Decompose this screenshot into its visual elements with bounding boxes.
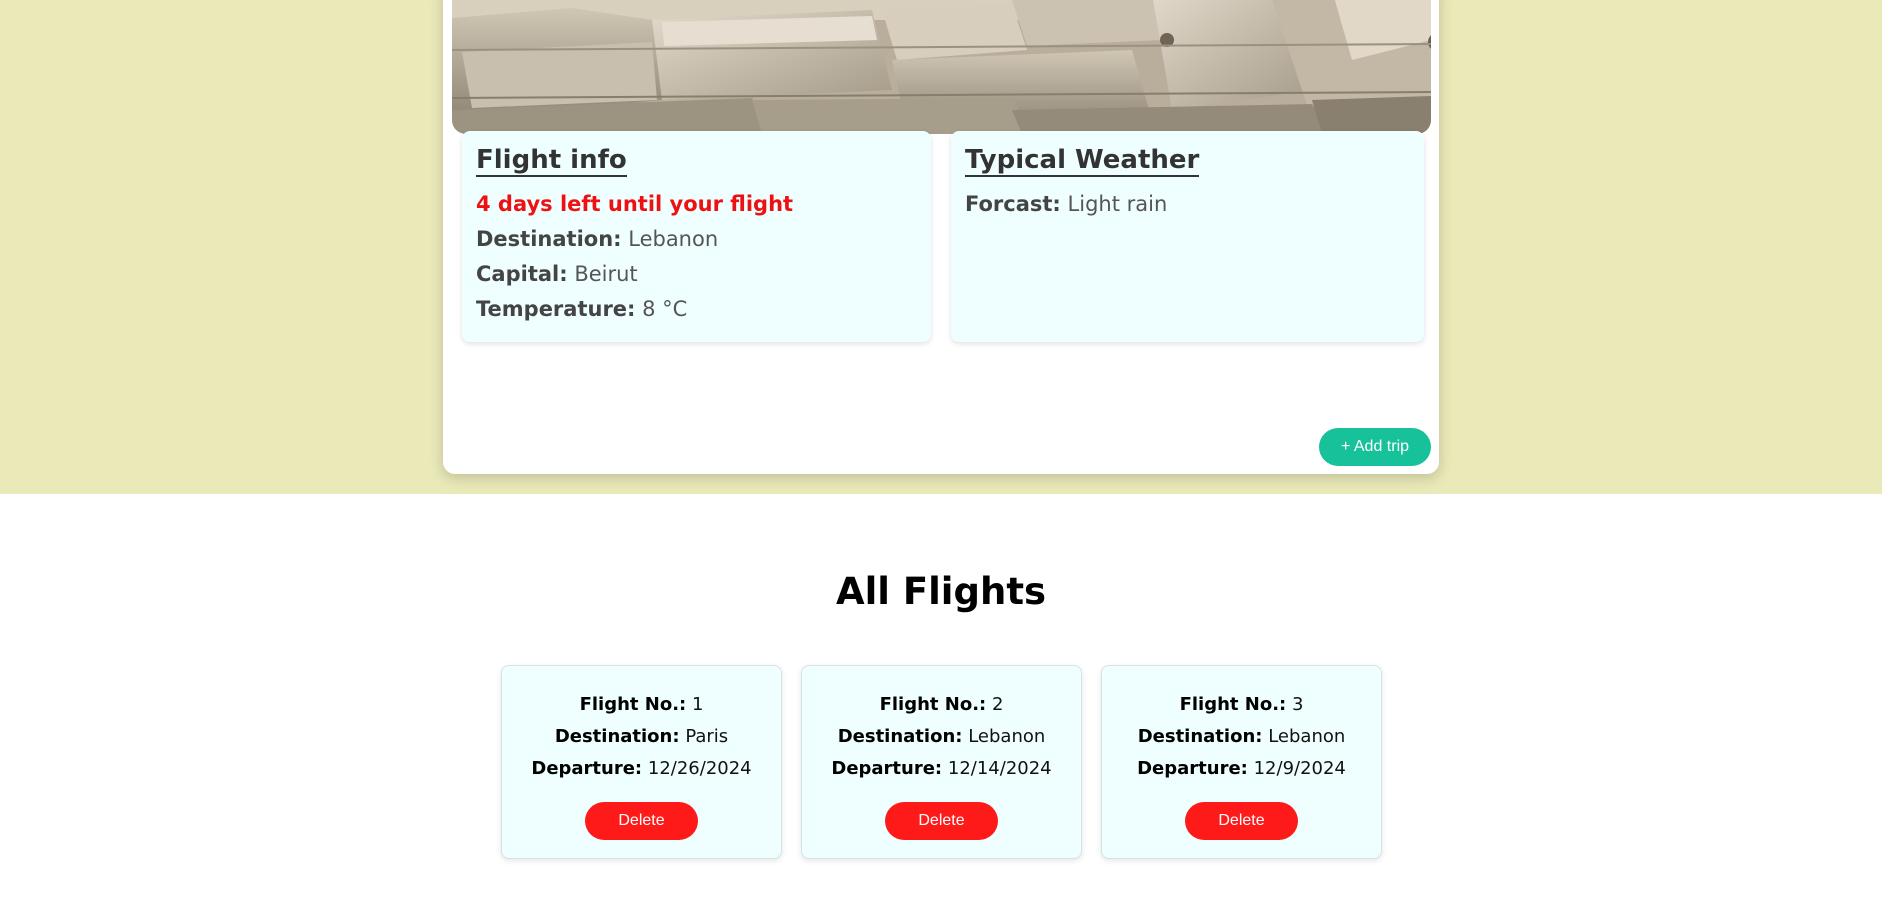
trip-card: Flight info 4 days left until your fligh…	[443, 0, 1439, 474]
flight-destination-line: Destination: Lebanon	[802, 721, 1081, 753]
temperature-label: Temperature:	[476, 297, 636, 321]
forecast-value: Light rain	[1067, 192, 1168, 216]
flight-destination-value: Lebanon	[1268, 726, 1346, 747]
flight-number-value: 2	[991, 694, 1004, 715]
temperature-value: 8 °C	[642, 297, 688, 321]
flight-card: Flight No.: 2 Destination: Lebanon Depar…	[801, 665, 1082, 859]
all-flights-title: All Flights	[835, 570, 1047, 613]
add-trip-button[interactable]: + Add trip	[1319, 428, 1431, 466]
flight-destination-value: Lebanon	[968, 726, 1046, 747]
flight-info-title: Flight info	[476, 145, 627, 177]
flight-departure-line: Departure: 12/14/2024	[802, 753, 1081, 785]
capital-value: Beirut	[574, 262, 638, 286]
flight-destination-label: Destination:	[1137, 726, 1263, 747]
delete-flight-button[interactable]: Delete	[885, 802, 998, 840]
forecast-line: Forcast: Light rain	[965, 189, 1410, 219]
flight-departure-label: Departure:	[831, 758, 943, 779]
flight-number-line: Flight No.: 3	[1102, 689, 1381, 721]
capital-label: Capital:	[476, 262, 568, 286]
destination-photo	[452, 0, 1431, 134]
flight-number-line: Flight No.: 1	[502, 689, 781, 721]
delete-flight-button[interactable]: Delete	[1185, 802, 1298, 840]
flight-departure-line: Departure: 12/26/2024	[502, 753, 781, 785]
flight-number-value: 1	[691, 694, 704, 715]
flight-departure-label: Departure:	[1137, 758, 1248, 779]
flight-destination-line: Destination: Paris	[502, 721, 781, 753]
flight-number-label: Flight No.:	[579, 694, 687, 715]
flight-card: Flight No.: 1 Destination: Paris Departu…	[501, 665, 782, 859]
weather-title: Typical Weather	[965, 145, 1200, 177]
flight-number-line: Flight No.: 2	[802, 689, 1081, 721]
flight-number-label: Flight No.:	[1179, 694, 1287, 715]
temperature-line: Temperature: 8 °C	[476, 294, 917, 324]
flight-number-label: Flight No.:	[879, 694, 987, 715]
destination-line: Destination: Lebanon	[476, 224, 917, 254]
flight-destination-label: Destination:	[837, 726, 963, 747]
flight-card: Flight No.: 3 Destination: Lebanon Depar…	[1101, 665, 1382, 859]
flight-number-value: 3	[1291, 694, 1304, 715]
delete-flight-button[interactable]: Delete	[585, 802, 698, 840]
flight-departure-value: 12/9/2024	[1253, 758, 1346, 779]
flight-destination-line: Destination: Lebanon	[1102, 721, 1381, 753]
flight-departure-line: Departure: 12/9/2024	[1102, 753, 1381, 785]
forecast-label: Forcast:	[965, 192, 1061, 216]
flight-countdown: 4 days left until your flight	[476, 192, 794, 216]
flight-departure-value: 12/14/2024	[947, 758, 1052, 779]
flight-departure-value: 12/26/2024	[647, 758, 752, 779]
flight-info-panel: Flight info 4 days left until your fligh…	[462, 131, 931, 342]
capital-line: Capital: Beirut	[476, 259, 917, 289]
flight-destination-value: Paris	[685, 726, 729, 747]
flight-departure-label: Departure:	[531, 758, 643, 779]
destination-label: Destination:	[476, 227, 622, 251]
weather-panel: Typical Weather Forcast: Light rain	[951, 131, 1424, 342]
destination-value: Lebanon	[628, 227, 719, 251]
flight-destination-label: Destination:	[554, 726, 680, 747]
